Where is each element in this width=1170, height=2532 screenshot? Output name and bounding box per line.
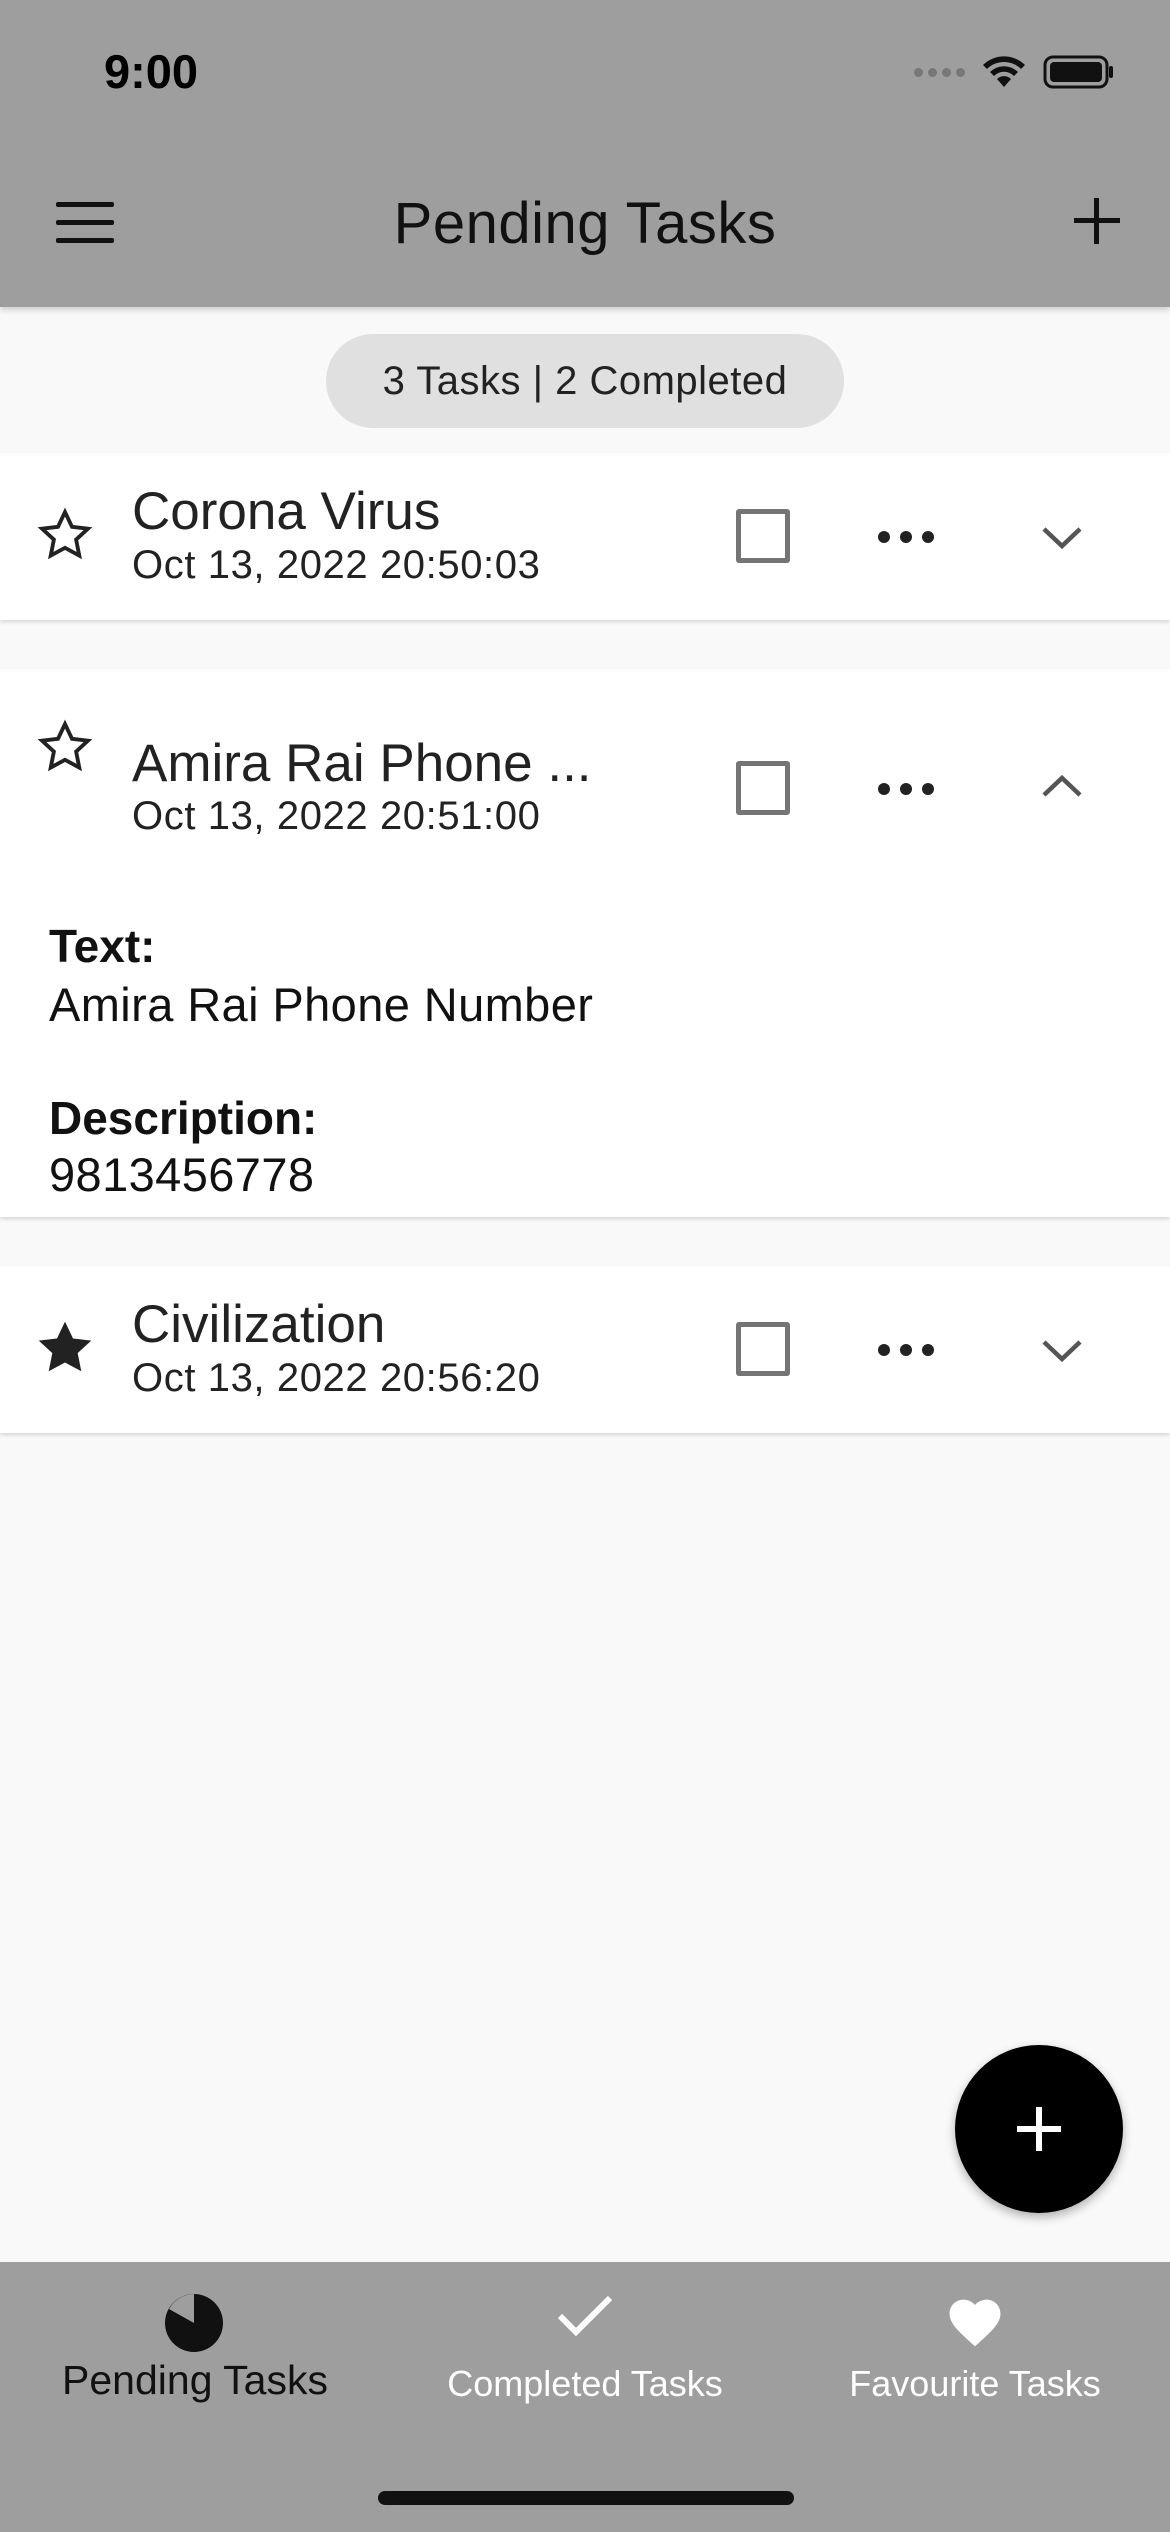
status-time: 9:00	[104, 45, 199, 98]
nav-pending-tasks[interactable]: Pending Tasks	[0, 2262, 390, 2452]
detail-text-label: Text:	[49, 920, 156, 972]
more-options-button[interactable]	[878, 1342, 934, 1358]
chevron-down-icon[interactable]	[1040, 1337, 1084, 1365]
task-title: Amira Rai Phone ...	[132, 734, 592, 793]
task-title: Corona Virus	[132, 482, 441, 541]
nav-label: Completed Tasks	[447, 2363, 723, 2404]
plus-icon	[1017, 2107, 1061, 2151]
more-options-button[interactable]	[878, 781, 934, 797]
nav-label: Pending Tasks	[62, 2357, 328, 2403]
star-filled-icon[interactable]	[36, 1319, 94, 1377]
more-options-button[interactable]	[878, 529, 934, 545]
nav-label: Favourite Tasks	[849, 2363, 1101, 2404]
plus-icon	[1074, 198, 1120, 244]
heart-icon	[949, 2299, 1001, 2347]
status-icons	[914, 55, 1115, 89]
task-date: Oct 13, 2022 20:51:00	[132, 794, 541, 838]
detail-description-label: Description:	[49, 1092, 318, 1144]
task-date: Oct 13, 2022 20:56:20	[132, 1356, 541, 1400]
complete-checkbox[interactable]	[736, 761, 790, 815]
detail-text-value: Amira Rai Phone Number	[49, 978, 594, 1031]
add-task-button[interactable]	[1072, 196, 1122, 246]
detail-description-value: 9813456778	[49, 1148, 315, 1201]
task-card[interactable]: Corona Virus Oct 13, 2022 20:50:03	[0, 453, 1170, 620]
home-indicator[interactable]	[378, 2491, 794, 2505]
task-title: Civilization	[132, 1295, 386, 1354]
wifi-icon	[981, 55, 1027, 89]
chevron-down-icon[interactable]	[1040, 524, 1084, 552]
add-task-fab[interactable]	[955, 2045, 1123, 2213]
battery-icon	[1043, 55, 1115, 89]
task-date: Oct 13, 2022 20:50:03	[132, 543, 541, 587]
pie-progress-icon	[165, 2294, 223, 2352]
star-outline-icon[interactable]	[36, 718, 94, 776]
app-header: 9:00 Pending Tasks	[0, 0, 1170, 307]
nav-completed-tasks[interactable]: Completed Tasks	[390, 2262, 780, 2452]
page-title: Pending Tasks	[393, 191, 777, 256]
complete-checkbox[interactable]	[736, 509, 790, 563]
chevron-up-icon[interactable]	[1040, 772, 1084, 800]
nav-favourite-tasks[interactable]: Favourite Tasks	[780, 2262, 1170, 2452]
task-summary-badge: 3 Tasks | 2 Completed	[326, 334, 844, 428]
more-horizontal-icon	[878, 531, 890, 543]
cellular-signal-icon	[914, 67, 965, 77]
star-outline-icon[interactable]	[36, 506, 94, 564]
more-horizontal-icon	[878, 1344, 890, 1356]
task-card[interactable]: Civilization Oct 13, 2022 20:56:20	[0, 1266, 1170, 1433]
complete-checkbox[interactable]	[736, 1322, 790, 1376]
task-card-expanded[interactable]: Amira Rai Phone ... Oct 13, 2022 20:51:0…	[0, 669, 1170, 1217]
check-icon	[557, 2295, 613, 2337]
more-horizontal-icon	[878, 783, 890, 795]
